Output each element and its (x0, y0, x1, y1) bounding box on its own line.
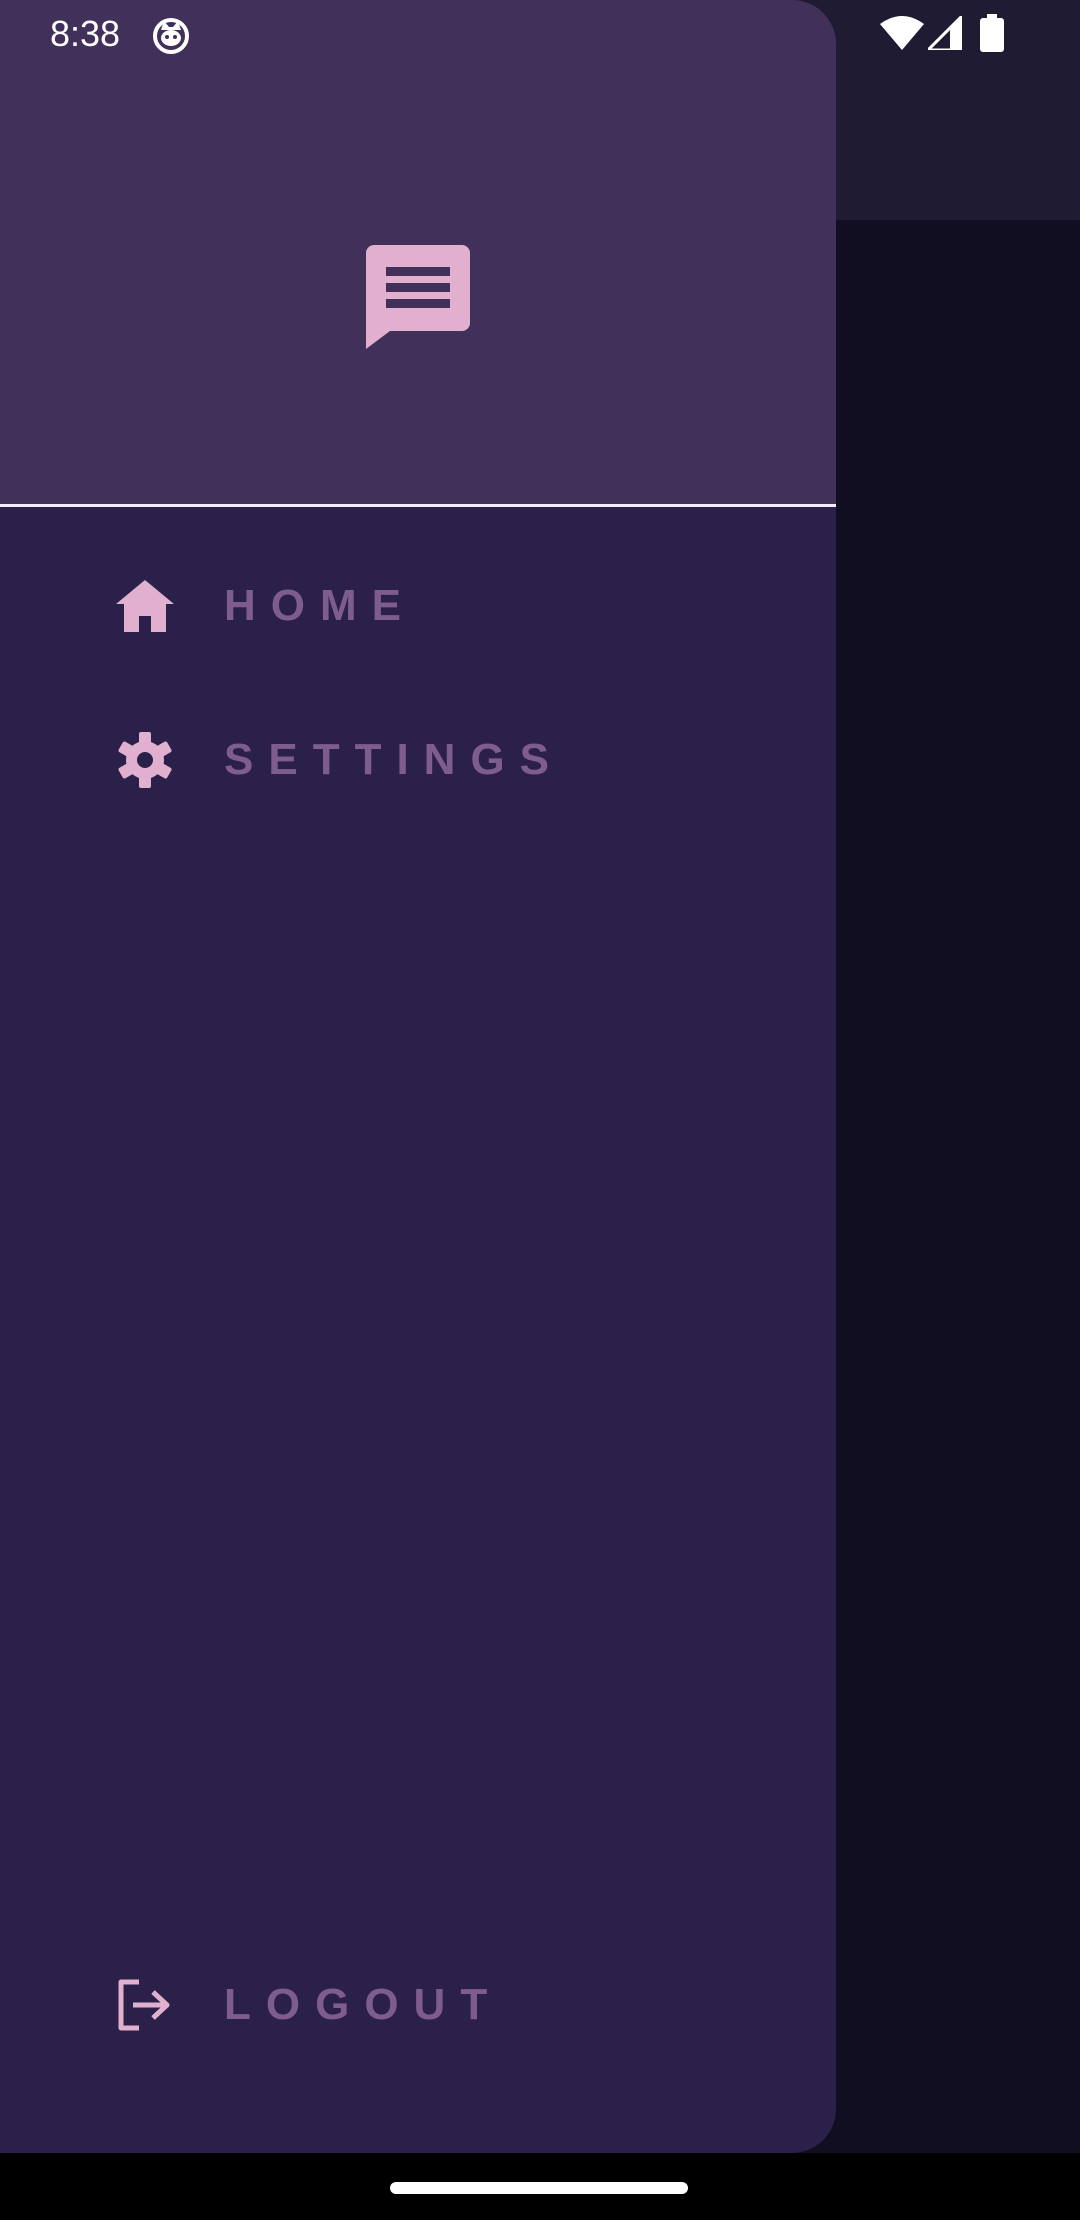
drawer-item-label: SETTINGS (224, 735, 565, 784)
home-icon (116, 577, 174, 635)
wifi-icon (880, 16, 924, 50)
drawer-item-home[interactable]: HOME (0, 546, 836, 666)
navigation-drawer: HOME SETTINGS LOGOUT (0, 0, 836, 2153)
drawer-item-settings[interactable]: SETTINGS (0, 700, 836, 820)
chat-message-icon (366, 245, 470, 349)
status-time: 8:38 (50, 13, 121, 54)
gear-icon (116, 731, 174, 789)
drawer-header (0, 0, 836, 505)
drawer-item-label: HOME (224, 581, 416, 630)
drawer-item-label: LOGOUT (224, 1980, 503, 2029)
home-gesture-handle[interactable] (390, 2182, 688, 2194)
drawer-item-logout[interactable]: LOGOUT (0, 1945, 836, 2065)
battery-icon (980, 14, 1004, 52)
logout-icon (116, 1976, 174, 2034)
cat-icon (153, 18, 189, 54)
cell-signal-icon (928, 16, 962, 50)
header-divider (0, 504, 836, 507)
